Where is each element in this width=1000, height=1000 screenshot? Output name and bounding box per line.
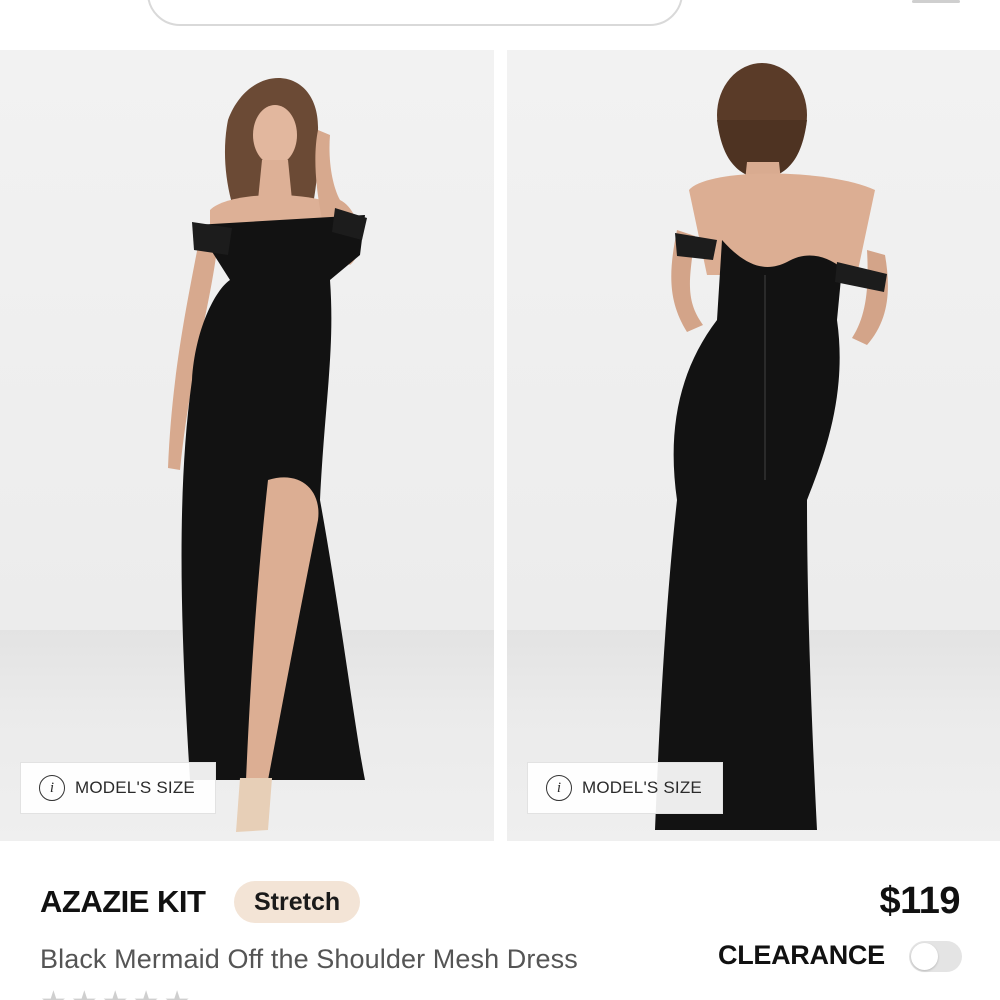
model-front-illustration [168,77,367,832]
models-size-label: MODEL'S SIZE [582,778,702,797]
clearance-label: CLEARANCE [718,940,885,970]
models-size-button-front[interactable]: i MODEL'S SIZE [20,762,216,814]
models-size-button-back[interactable]: i MODEL'S SIZE [527,762,723,814]
search-input[interactable] [147,0,683,26]
model-back-illustration [655,63,888,830]
product-name: Black Mermaid Off the Shoulder Mesh Dres… [40,944,578,974]
brand-name[interactable]: AZAZIE KIT [40,884,206,920]
info-icon: i [39,775,65,801]
stretch-badge: Stretch [234,881,361,923]
price: $119 [879,880,961,922]
toggle-knob [911,943,938,970]
info-icon: i [546,775,572,801]
models-size-label: MODEL'S SIZE [75,778,195,797]
menu-icon[interactable] [912,0,960,3]
top-bar [0,0,1000,50]
rating-row[interactable]: ★★★★★ [40,988,560,1000]
product-image-back[interactable]: i MODEL'S SIZE [507,50,1000,841]
product-image-front[interactable]: i MODEL'S SIZE [0,50,494,841]
clearance-toggle[interactable] [909,941,962,972]
rating-stars: ★★★★★ [40,988,194,1000]
